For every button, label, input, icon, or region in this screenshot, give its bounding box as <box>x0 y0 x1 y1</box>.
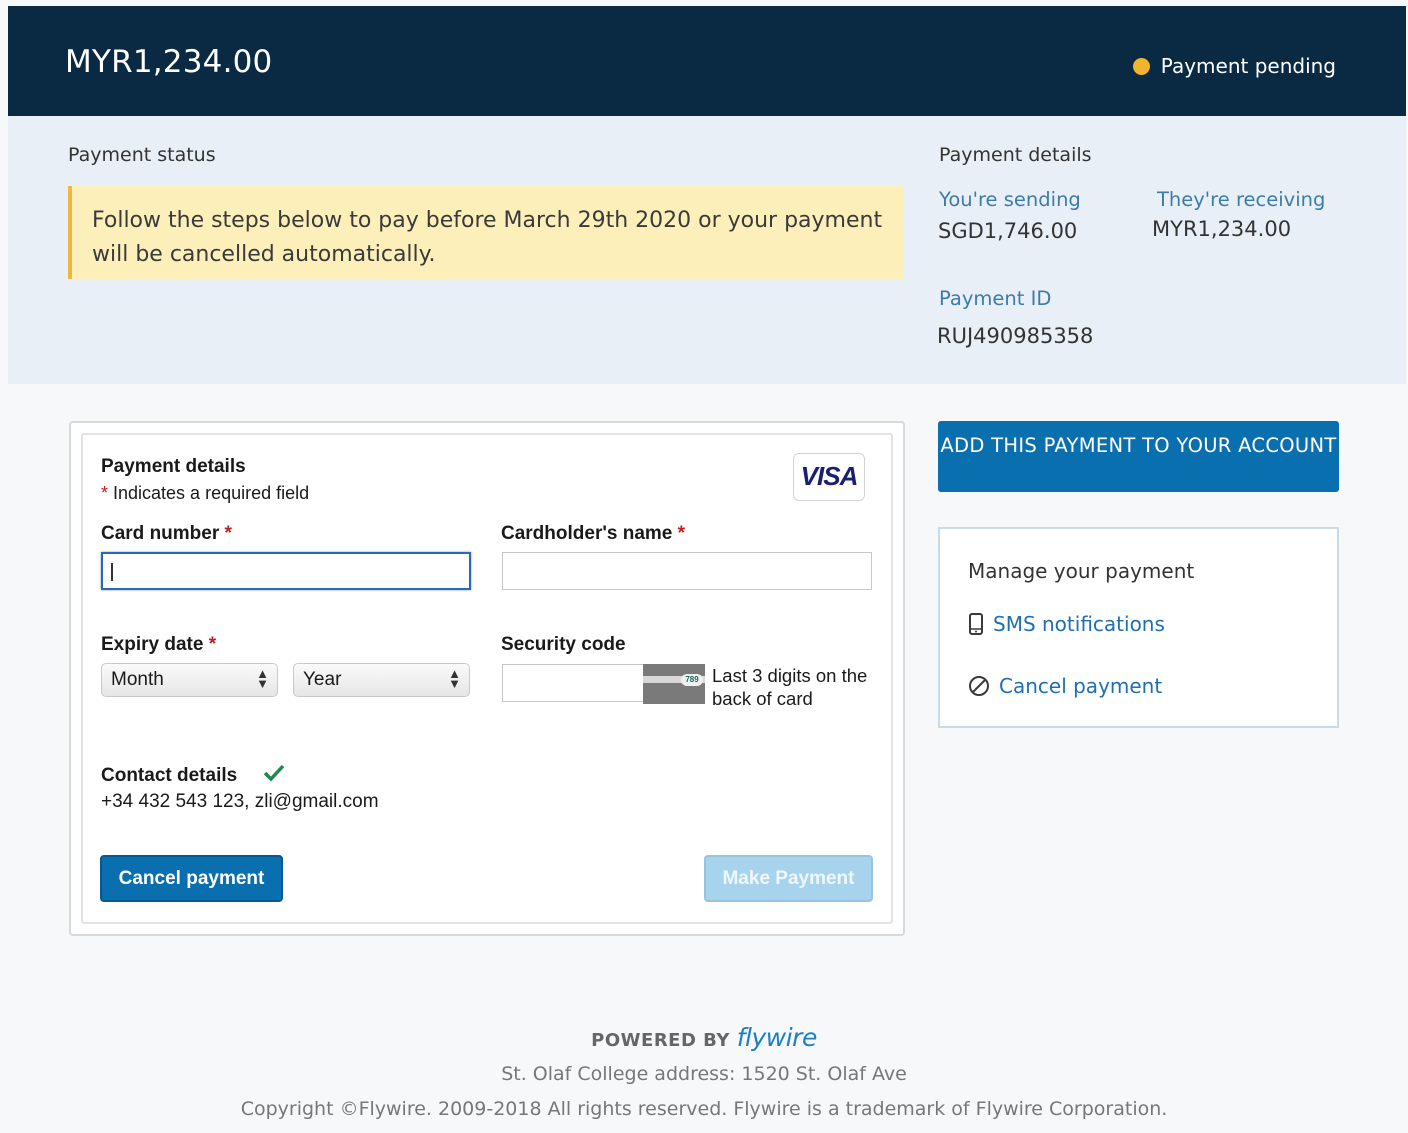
payment-details-label: Payment details <box>939 144 1092 166</box>
select-arrows-icon: ▲ ▼ <box>256 666 269 691</box>
footer-copyright: Copyright ©Flywire. 2009-2018 All rights… <box>240 1098 1168 1120</box>
required-star: * <box>677 523 686 544</box>
expiry-year-select[interactable]: Year ▲ ▼ <box>293 663 470 697</box>
powered-by-text: POWERED BY <box>591 1030 730 1051</box>
payment-amount: MYR1,234.00 <box>65 44 273 80</box>
status-text: Payment pending <box>1160 54 1336 78</box>
cancel-payment-button[interactable]: Cancel payment <box>100 855 283 902</box>
card-number-input[interactable] <box>101 552 471 590</box>
select-arrows-icon: ▲ ▼ <box>448 666 461 691</box>
cvv-sample: 789 <box>681 674 703 686</box>
payment-status-label: Payment status <box>68 144 216 166</box>
cardholder-name-input[interactable] <box>502 552 872 590</box>
status-dot-icon <box>1132 57 1150 75</box>
required-note-text: Indicates a required field <box>108 483 310 503</box>
checkmark-icon <box>263 764 285 782</box>
expiry-label: Expiry date * <box>101 634 216 656</box>
footer-address: St. Olaf College address: 1520 St. Olaf … <box>501 1063 907 1085</box>
flywire-logo: flywire <box>736 1023 818 1052</box>
make-payment-button[interactable]: Make Payment <box>704 855 873 902</box>
deadline-notice: Follow the steps below to pay before Mar… <box>68 186 904 279</box>
cardholder-label-text: Cardholder's name <box>501 523 673 544</box>
receiving-value: MYR1,234.00 <box>1152 217 1292 241</box>
header-bar: MYR1,234.00 Payment pending <box>8 6 1406 116</box>
payment-status: Payment pending <box>1132 54 1336 78</box>
manage-payment-panel: Manage your payment SMS notifications Ca… <box>938 527 1339 728</box>
security-code-label: Security code <box>501 634 626 655</box>
sms-notifications-link[interactable]: SMS notifications <box>968 612 1165 636</box>
expiry-label-text: Expiry date <box>101 634 204 655</box>
contact-details-label: Contact details <box>101 765 238 786</box>
phone-icon <box>969 613 983 635</box>
security-code-hint: Last 3 digits on the back of card <box>712 665 868 709</box>
required-star: * <box>224 523 232 544</box>
card-back-icon: 789 <box>643 664 705 704</box>
expiry-month-select[interactable]: Month ▲ ▼ <box>101 663 278 697</box>
cancel-payment-label: Cancel payment <box>999 674 1163 698</box>
required-star: * <box>101 483 109 503</box>
sms-notifications-label: SMS notifications <box>993 612 1165 636</box>
text-caret <box>111 563 113 581</box>
visa-logo: VISA <box>793 453 865 501</box>
sending-label: You're sending <box>939 188 1081 211</box>
payment-id-label: Payment ID <box>939 287 1052 310</box>
required-star: * <box>208 634 217 655</box>
powered-by: POWERED BY flywire <box>0 1023 1408 1052</box>
receiving-label: They're receiving <box>1157 188 1326 211</box>
sending-value: SGD1,746.00 <box>938 219 1078 243</box>
required-note: * Indicates a required field <box>101 483 309 504</box>
security-code-input[interactable] <box>502 664 647 702</box>
month-selected: Month <box>111 669 164 690</box>
status-band: Payment status Follow the steps below to… <box>8 116 1406 384</box>
payment-id-value: RUJ490985358 <box>937 324 1094 348</box>
card-number-label: Card number * <box>101 523 232 545</box>
contact-details-value: +34 432 543 123, zli@gmail.com <box>101 791 379 812</box>
form-title: Payment details <box>101 456 246 477</box>
cardholder-label: Cardholder's name * <box>501 523 685 545</box>
card-number-label-text: Card number <box>101 523 220 544</box>
cancel-payment-link[interactable]: Cancel payment <box>968 674 1162 698</box>
cancel-circle-icon <box>969 676 989 696</box>
year-selected: Year <box>303 669 342 690</box>
manage-payment-title: Manage your payment <box>968 559 1195 583</box>
add-payment-to-account-button[interactable]: ADD THIS PAYMENT TO YOUR ACCOUNT <box>938 421 1339 492</box>
